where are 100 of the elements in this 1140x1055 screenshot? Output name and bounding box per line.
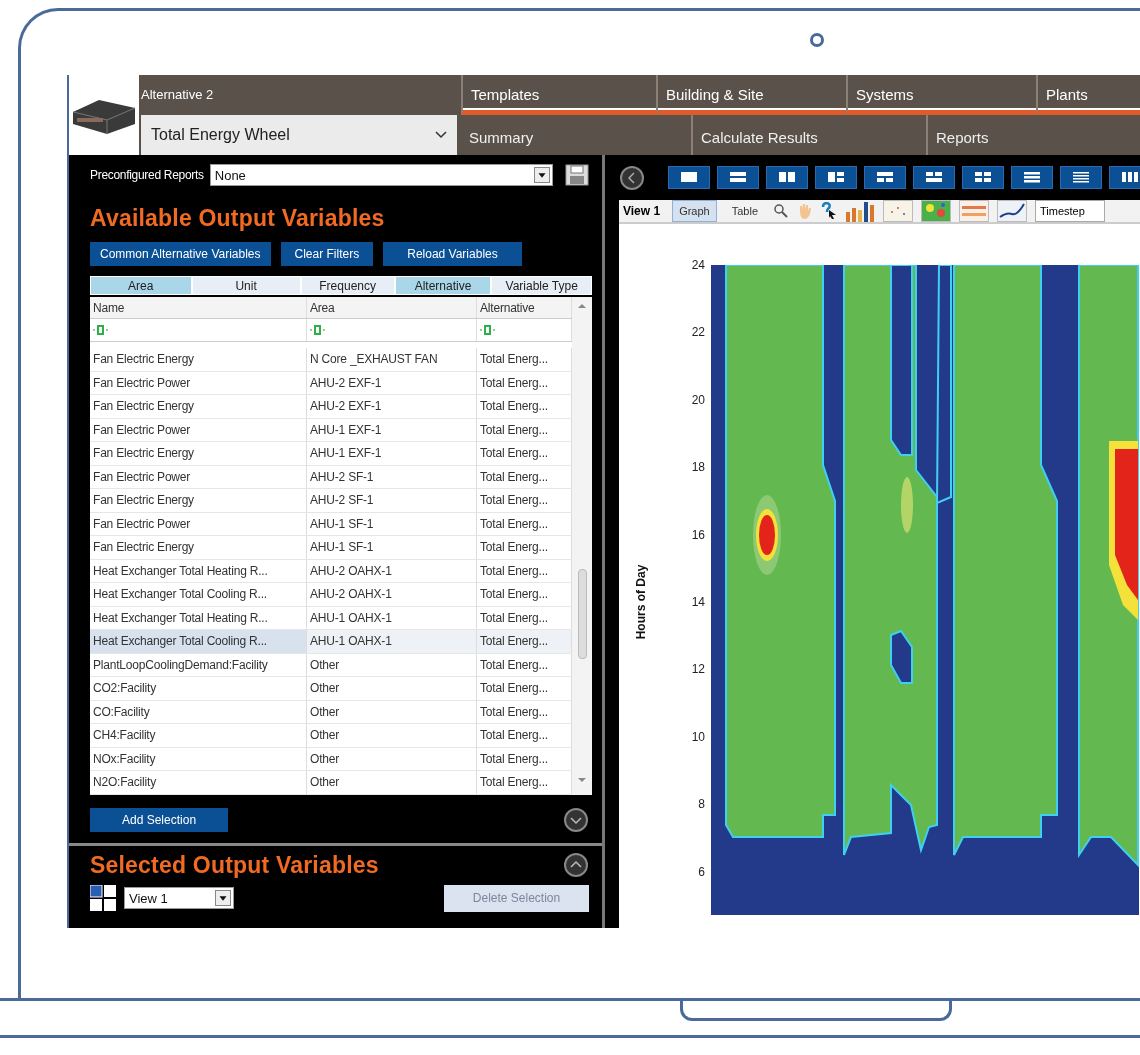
scroll-down-icon[interactable] [578, 777, 586, 783]
column-header[interactable]: Alternative [477, 297, 572, 318]
preconfigured-reports-select[interactable]: None [209, 164, 553, 186]
table-cell: Fan Electric Power [90, 418, 307, 441]
table-cell: Heat Exchanger Total Heating R... [90, 559, 307, 582]
grid-layout-icon[interactable] [90, 885, 116, 911]
table-cell: Fan Electric Power [90, 465, 307, 488]
layout-button[interactable] [913, 166, 955, 189]
y-axis-tick-label: 22 [691, 325, 705, 340]
table-cell: PlantLoopCoolingDemand:Facility [90, 653, 307, 676]
table-cell: N Core _EXHAUST FAN [307, 348, 477, 371]
y-axis-tick-label: 18 [691, 460, 705, 475]
zoom-icon[interactable] [773, 203, 789, 219]
y-axis-tick-label: 8 [698, 797, 705, 812]
layout-icon [828, 172, 844, 183]
layout-button[interactable] [1011, 166, 1053, 189]
table-cell: AHU-1 OAHX-1 [307, 630, 477, 653]
layout-button[interactable] [864, 166, 906, 189]
view-select[interactable]: View 1 [124, 887, 234, 909]
table-cell: CO:Facility [90, 700, 307, 723]
layout-button[interactable] [1060, 166, 1102, 189]
table-cell: CH4:Facility [90, 724, 307, 747]
view-title: View 1 [623, 204, 661, 218]
table-cell: AHU-2 EXF-1 [307, 371, 477, 394]
alternative-label: Alternative 2 [140, 86, 215, 104]
collapse-down-icon[interactable] [563, 806, 589, 833]
layout-button[interactable] [815, 166, 857, 189]
chevron-down-icon[interactable] [435, 131, 447, 139]
table-cell: Other [307, 771, 477, 794]
layout-button[interactable] [668, 166, 710, 189]
table-cell: Other [307, 724, 477, 747]
table-cell: AHU-1 EXF-1 [307, 418, 477, 441]
table-cell: AHU-2 OAHX-1 [307, 583, 477, 606]
layout-button[interactable] [1109, 166, 1140, 189]
y-axis-tick-label: 16 [691, 527, 705, 542]
nav-tab[interactable]: Systems [846, 75, 1036, 115]
filter-tab[interactable]: Frequency [300, 276, 395, 295]
table-cell: AHU-1 OAHX-1 [307, 606, 477, 629]
table-cell: Fan Electric Energy [90, 395, 307, 418]
nav-tab[interactable]: Plants [1036, 75, 1140, 115]
column-header[interactable]: Name [90, 297, 307, 318]
collapse-up-icon[interactable] [563, 852, 589, 878]
table-cell: Other [307, 747, 477, 770]
heatmap-hotspot [901, 477, 913, 533]
filter-tab[interactable]: Variable Type [491, 276, 592, 295]
alternative-select[interactable]: Total Energy Wheel [141, 115, 457, 155]
back-icon[interactable] [619, 164, 645, 191]
camera-dot [810, 33, 824, 47]
filter-icon[interactable] [480, 325, 496, 335]
y-axis-tick-label: 24 [691, 258, 705, 272]
filter-action-button[interactable]: Reload Variables [383, 242, 522, 266]
section-title: Selected Output Variables [90, 851, 379, 879]
table-cell: Fan Electric Energy [90, 442, 307, 465]
table-cell: AHU-1 SF-1 [307, 536, 477, 559]
heatmap-icon[interactable] [921, 200, 951, 222]
bar-chart-icon[interactable] [845, 200, 875, 222]
table-cell: Fan Electric Energy [90, 489, 307, 512]
layout-button[interactable] [717, 166, 759, 189]
scrollbar-thumb[interactable] [577, 569, 587, 659]
scroll-up-icon[interactable] [578, 303, 586, 309]
filter-icon[interactable] [93, 325, 109, 335]
table-cell: Fan Electric Power [90, 371, 307, 394]
filter-tab[interactable]: Alternative [394, 276, 492, 295]
layout-icon [1024, 172, 1040, 183]
table-cell: Fan Electric Power [90, 512, 307, 535]
table-cell: Other [307, 653, 477, 676]
y-axis-tick-label: 20 [691, 392, 705, 407]
layout-icon [730, 172, 746, 183]
help-cursor-icon[interactable] [821, 202, 837, 220]
y-axis-tick-label: 12 [691, 662, 705, 677]
nav-tab[interactable]: Building & Site [656, 75, 846, 115]
table-cell: Fan Electric Energy [90, 536, 307, 559]
filter-action-button[interactable]: Clear Filters [280, 242, 374, 266]
line-chart-icon[interactable] [997, 200, 1027, 222]
filter-tab[interactable]: Area [90, 276, 192, 295]
layout-button[interactable] [766, 166, 808, 189]
layout-button[interactable] [962, 166, 1004, 189]
table-cell: AHU-2 SF-1 [307, 489, 477, 512]
filter-tab[interactable]: Unit [191, 276, 301, 295]
table-cell: AHU-2 EXF-1 [307, 395, 477, 418]
view-tab[interactable]: Graph [672, 200, 717, 222]
table-cell: CO2:Facility [90, 677, 307, 700]
table-cell: NOx:Facility [90, 747, 307, 770]
y-axis-title: Hours of Day [634, 564, 648, 640]
filter-icon[interactable] [310, 325, 326, 335]
column-header[interactable]: Area [307, 297, 477, 318]
filter-action-button[interactable]: Common Alternative Variables [90, 242, 271, 266]
view-tab[interactable]: Table [724, 200, 765, 222]
band-chart-icon[interactable] [959, 200, 989, 222]
layout-icon [975, 172, 991, 183]
nav-tab[interactable]: Templates [461, 75, 656, 115]
table-cell: Other [307, 700, 477, 723]
table-cell: Other [307, 677, 477, 700]
layout-icon [1073, 172, 1089, 183]
table-cell: AHU-1 SF-1 [307, 512, 477, 535]
timestep-field[interactable]: Timestep [1035, 200, 1105, 222]
add-selection-button[interactable]: Add Selection [90, 807, 229, 832]
y-axis-tick-label: 10 [691, 729, 705, 744]
save-icon[interactable] [565, 164, 589, 186]
table-cell: AHU-1 EXF-1 [307, 442, 477, 465]
